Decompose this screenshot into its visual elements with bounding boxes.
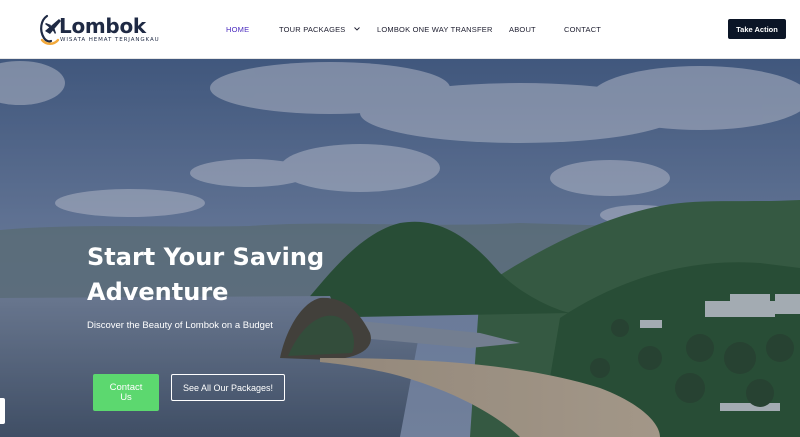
main-navigation: HOME TOUR PACKAGES LOMBOK ONE WAY TRANSF… xyxy=(0,0,800,58)
nav-item-about[interactable]: ABOUT xyxy=(509,25,536,34)
nav-item-tour-packages[interactable]: TOUR PACKAGES xyxy=(279,25,360,34)
chevron-down-icon xyxy=(353,27,360,31)
site-header: Lombok WISATA HEMAT TERJANGKAU HOME TOUR… xyxy=(0,0,800,59)
button-label-line-2: Us xyxy=(120,391,132,403)
nav-item-label: ABOUT xyxy=(509,25,536,34)
hero-title-line-1: Start Your Saving xyxy=(87,243,325,271)
nav-item-contact[interactable]: CONTACT xyxy=(564,25,601,34)
nav-item-label: HOME xyxy=(226,25,250,34)
nav-item-home[interactable]: HOME xyxy=(226,25,249,34)
nav-item-label: CONTACT xyxy=(564,25,602,34)
hero-subtitle: Discover the Beauty of Lombok on a Budge… xyxy=(87,320,273,331)
see-all-packages-button[interactable]: See All Our Packages! xyxy=(171,374,285,401)
nav-item-one-way-transfer[interactable]: LOMBOK ONE WAY TRANSFER xyxy=(377,25,493,34)
hero-title-line-2: Adventure xyxy=(87,278,229,306)
contact-us-button[interactable]: Contact Us xyxy=(93,374,159,411)
nav-item-label: LOMBOK ONE WAY TRANSFER xyxy=(377,25,493,34)
hero-title: Start Your Saving Adventure xyxy=(87,240,387,310)
button-label: Contact Us xyxy=(106,381,146,403)
side-tab[interactable] xyxy=(0,398,5,424)
take-action-button[interactable]: Take Action xyxy=(728,19,786,39)
nav-item-label: TOUR PACKAGES xyxy=(279,25,346,34)
button-label-line-1: Contact xyxy=(109,381,143,393)
